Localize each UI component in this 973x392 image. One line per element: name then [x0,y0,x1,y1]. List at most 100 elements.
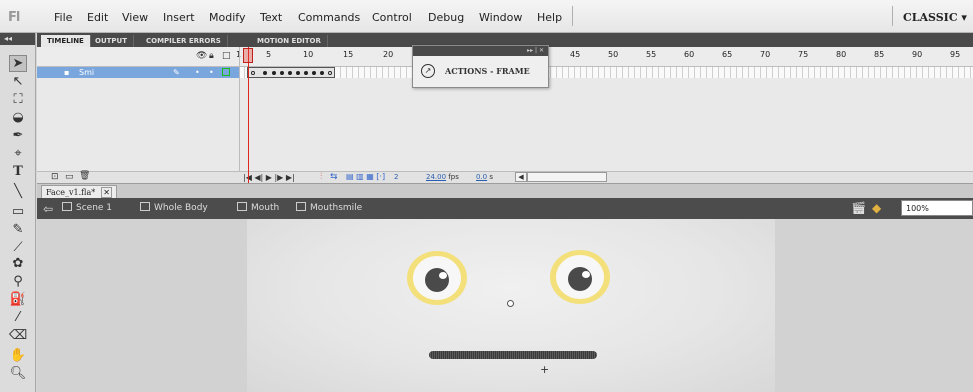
delete-layer-icon[interactable]: 🗑︎ [79,171,90,181]
right-eye[interactable] [550,250,610,304]
deco-icon[interactable]: ⌖ [9,145,27,162]
new-layer-icon[interactable]: ⊡ [51,172,59,182]
rectangle-icon[interactable]: ▭ [9,203,27,220]
bone-icon[interactable]: ⚲ [9,273,27,290]
outline-color-icon[interactable] [222,68,230,76]
frames-grid[interactable] [239,67,973,78]
edit-scene-icon[interactable]: 🎬︎ [851,201,866,215]
keyframe[interactable] [263,71,267,75]
breadcrumb-scene[interactable]: Scene 1 [62,202,112,215]
elapsed-time[interactable]: 0.0 s [476,173,493,181]
keyframe[interactable] [320,71,324,75]
menu-modify[interactable]: Modify [209,11,245,24]
pencil-icon: ✎ [173,68,180,77]
lock-icon[interactable]: 🔒︎ [209,51,214,61]
keyframe[interactable] [328,71,332,75]
keyframe[interactable] [251,71,255,75]
scroll-left-button[interactable]: ◀ [515,172,527,182]
paint-bucket-icon[interactable]: ⛽ [9,291,27,308]
zoom-icon[interactable]: 🔍︎ [9,365,27,382]
tools-panel: ◂◂ ➤ ↖ ⛶ ◒ ✒ ⌖ T ╲ ▭ ✎ ⟋ ✿ ⚲ ⛽ ⁄ ⌫ ✋ 🔍︎ [0,33,36,392]
eye-highlight [582,271,590,278]
tab-motion-editor[interactable]: MOTION EDITOR [251,35,328,47]
lock-dot-icon[interactable]: • [209,67,214,78]
actions-panel-titlebar[interactable]: ▸▸ | ✕ [413,46,548,56]
actions-icon[interactable]: ↗ [421,64,435,78]
ruler-label: 70 [760,50,771,59]
visible-dot-icon[interactable]: • [195,67,200,78]
menu-insert[interactable]: Insert [163,11,195,24]
layer-name-cell[interactable]: ▪ Smi ✎ • • [37,67,239,78]
free-transform-icon[interactable]: ⛶ [9,91,27,108]
breadcrumb-whole-body[interactable]: Whole Body [140,202,208,215]
document-tab[interactable]: Face_v1.fla* ✕ [41,185,117,199]
playback-controls[interactable]: |◀ ◀| ▶ |▶ ▶| [243,173,295,182]
menu-edit[interactable]: Edit [87,11,108,24]
breadcrumb-mouth[interactable]: Mouth [237,202,279,215]
frame-rate[interactable]: 24.00 fps [426,173,459,181]
menu-help[interactable]: Help [537,11,562,24]
tab-compiler-errors[interactable]: COMPILER ERRORS [140,35,228,47]
keyframe[interactable] [288,71,292,75]
line-icon[interactable]: ╲ [9,183,27,200]
mouth-shape[interactable] [429,351,597,359]
clapper-icon [62,202,72,211]
show-hide-icon[interactable]: 👁︎ [196,51,207,61]
menu-separator [572,6,573,26]
fps-value[interactable]: 24.00 [426,173,446,181]
menu-view[interactable]: View [122,11,148,24]
loop-icon[interactable]: ⇆ [330,172,338,182]
selection-arrow-icon[interactable]: ➤ [9,55,27,72]
ruler-label: 55 [646,50,657,59]
ruler-label: 75 [798,50,809,59]
symbol-icon [296,202,306,211]
close-icon[interactable]: ✕ [101,187,112,198]
playhead[interactable] [243,48,253,63]
zoom-select[interactable]: 100% [901,200,973,216]
eyedropper-icon[interactable]: ⁄ [9,309,27,326]
keyframe[interactable] [304,71,308,75]
edit-symbol-icon[interactable]: ◆ [872,201,881,215]
keyframe[interactable] [296,71,300,75]
edit-bar: ⇦ Scene 1 Whole Body Mouth Mouthsmile 🎬︎… [37,198,973,219]
new-folder-icon[interactable]: ▭ [65,172,74,182]
tools-panel-header[interactable]: ◂◂ [0,33,35,45]
current-frame[interactable]: 2 [394,173,398,181]
center-frame-icon[interactable]: ⫶ [320,172,322,182]
onion-skin-icons[interactable]: ▤ ▥ ▦ [·] [346,172,385,181]
left-eye[interactable] [407,251,467,305]
text-icon[interactable]: T [9,163,27,180]
eraser-icon[interactable]: ⌫ [9,327,27,344]
hand-icon[interactable]: ✋ [9,347,27,364]
playhead-line[interactable] [248,47,249,183]
layer-name[interactable]: Smi [79,67,94,78]
keyframe-span[interactable] [247,67,335,78]
tab-output[interactable]: OUTPUT [89,35,134,47]
keyframe[interactable] [272,71,276,75]
horizontal-scrollbar[interactable] [527,172,607,182]
menu-window[interactable]: Window [479,11,522,24]
transform-point[interactable] [507,300,514,307]
timeline-divider[interactable] [239,47,240,183]
menu-file[interactable]: File [54,11,72,24]
menu-control[interactable]: Control [372,11,412,24]
keyframe[interactable] [280,71,284,75]
lasso-icon[interactable]: ◒ [9,109,27,126]
pencil-icon[interactable]: ✎ [9,221,27,238]
time-value[interactable]: 0.0 [476,173,487,181]
menu-text[interactable]: Text [260,11,282,24]
back-arrow-icon[interactable]: ⇦ [43,202,53,216]
spray-icon[interactable]: ✿ [9,255,27,272]
stage[interactable]: + [247,219,775,392]
subselection-icon[interactable]: ↖ [9,73,27,90]
brush-icon[interactable]: ⟋ [9,239,27,256]
actions-panel-title[interactable]: ACTIONS - FRAME [445,66,530,76]
tab-timeline[interactable]: TIMELINE [41,35,91,47]
menu-debug[interactable]: Debug [428,11,464,24]
breadcrumb-mouthsmile[interactable]: Mouthsmile [296,202,362,215]
outline-icon[interactable]: □ [222,51,231,61]
keyframe[interactable] [312,71,316,75]
menu-commands[interactable]: Commands [298,11,360,24]
pen-icon[interactable]: ✒ [9,127,27,144]
workspace-switcher[interactable]: CLASSIC ▾ [903,11,967,24]
